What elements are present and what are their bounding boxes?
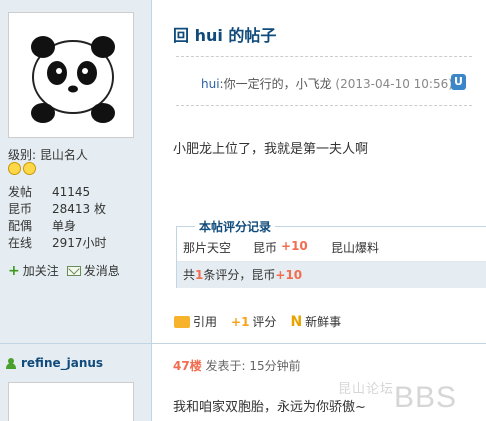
watermark-brand: BBS — [394, 381, 458, 414]
quote-content: :你一定行的，小飞龙 — [219, 77, 332, 91]
stat-row: 昆币 28413 枚 — [8, 201, 107, 218]
stat-value: 28413 枚 — [52, 202, 106, 216]
stat-key: 在线 — [8, 236, 33, 250]
next-post-body: 我和咱家双胞胎，永远为你骄傲~ — [173, 400, 366, 415]
news-button[interactable]: N 新鲜事 — [290, 313, 341, 330]
follow-label: 加关注 — [22, 264, 59, 278]
post-time: 发表于: 15分钟前 — [205, 359, 301, 373]
summary-mid: 条评分，昆币 — [203, 268, 276, 282]
rate-label: 评分 — [252, 315, 277, 329]
rate-button[interactable]: +1 评分 — [231, 313, 276, 330]
level-row: 级别: 昆山名人 — [8, 146, 88, 163]
level-label: 级别: — [8, 148, 37, 162]
quote-date: (2013-04-10 10:56) — [335, 77, 453, 91]
post-body: 小肥龙上位了，我就是第一夫人啊 — [173, 142, 369, 157]
next-username[interactable]: refine_janus — [21, 356, 103, 370]
quote-label: 引用 — [193, 315, 218, 329]
jump-to-post-icon[interactable]: U — [451, 74, 466, 90]
news-label: 新鲜事 — [305, 315, 342, 329]
post-toolbar: 引用 +1 评分 N 新鲜事 — [174, 313, 341, 330]
avatar[interactable] — [8, 12, 134, 138]
next-avatar[interactable] — [8, 382, 134, 421]
quote-block: hui:你一定行的，小飞龙 (2013-04-10 10:56) U — [176, 56, 472, 106]
quote-text: hui:你一定行的，小飞龙 (2013-04-10 10:56) — [201, 75, 453, 92]
moon-medal-icon — [23, 162, 36, 175]
stat-key: 昆币 — [8, 202, 33, 216]
rating-row: 那片天空 昆币 +10 昆山爆料 — [183, 239, 379, 256]
plus-one-icon: +1 — [231, 314, 250, 329]
author-actions: + 加关注 发消息 — [8, 262, 120, 279]
level-value: 昆山名人 — [39, 148, 88, 162]
medals — [8, 162, 36, 175]
watermark-text: 昆山论坛 — [338, 381, 395, 396]
summary-score: +10 — [275, 268, 303, 282]
summary-prefix: 共 — [183, 268, 196, 282]
stat-row: 在线 2917小时 — [8, 235, 107, 252]
stat-key: 发帖 — [8, 185, 33, 199]
stat-value: 41145 — [52, 185, 91, 199]
watermark: 昆山论坛BBS — [338, 378, 457, 415]
author-stats: 发帖 41145 昆币 28413 枚 配偶 单身 在线 2917小时 — [8, 184, 107, 252]
smile-medal-icon — [8, 162, 21, 175]
stat-value: 2917小时 — [52, 236, 107, 250]
quote-user-link[interactable]: hui — [201, 77, 220, 91]
follow-button[interactable]: + 加关注 — [8, 262, 59, 279]
quote-icon — [174, 315, 190, 328]
stat-key: 配偶 — [8, 219, 33, 233]
stat-row: 发帖 41145 — [8, 184, 107, 201]
user-online-icon — [6, 358, 16, 369]
post-title: 回 hui 的帖子 — [173, 26, 277, 45]
rating-summary: 共1条评分，昆币+10 — [177, 261, 486, 288]
rating-header: 本帖评分记录 — [195, 218, 276, 235]
rating-score: +10 — [281, 239, 308, 253]
stat-value: 单身 — [52, 219, 77, 233]
quote-button[interactable]: 引用 — [174, 313, 217, 330]
rater-link[interactable]: 那片天空 — [183, 239, 253, 256]
rating-reason: 昆山爆料 — [331, 241, 380, 255]
plus-icon: + — [8, 262, 20, 279]
message-label: 发消息 — [83, 264, 120, 278]
panda-avatar-image — [31, 36, 115, 123]
message-button[interactable]: 发消息 — [66, 262, 120, 279]
floor-number: 47楼 — [173, 359, 202, 373]
rating-item: 昆币 — [253, 241, 278, 255]
next-post-meta: 47楼 发表于: 15分钟前 — [173, 357, 301, 374]
rating-box: 本帖评分记录 那片天空 昆币 +10 昆山爆料 共1条评分，昆币+10 — [176, 218, 486, 288]
stat-row: 配偶 单身 — [8, 218, 107, 235]
news-icon: N — [290, 313, 303, 330]
envelope-icon — [66, 265, 81, 276]
